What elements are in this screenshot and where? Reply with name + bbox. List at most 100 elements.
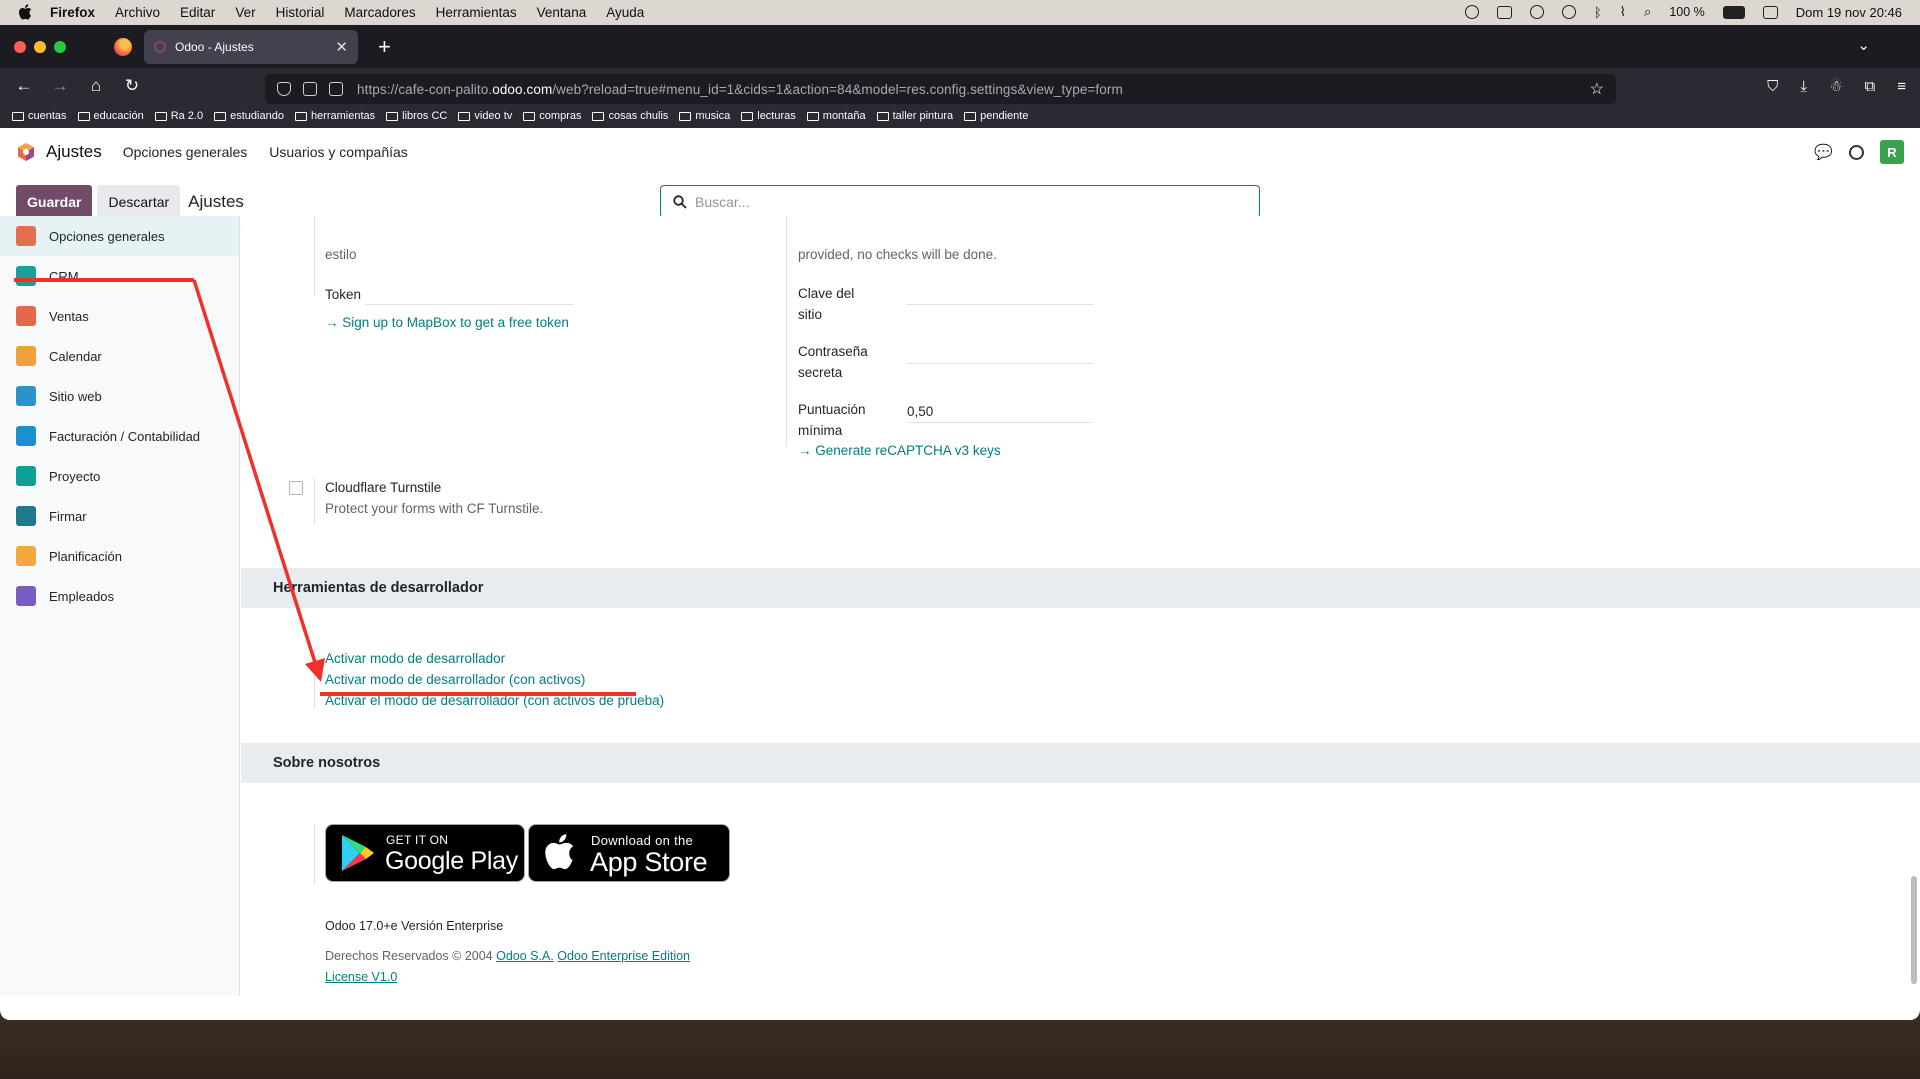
- mapbox-signup-link[interactable]: → Sign up to MapBox to get a free token: [325, 315, 569, 330]
- apple-logo-icon: [545, 834, 574, 870]
- app-menu-icon[interactable]: ≡: [1897, 78, 1906, 95]
- bookmark-folder-5[interactable]: libros CC: [386, 110, 447, 122]
- menubar-item-ver[interactable]: Ver: [235, 5, 255, 20]
- bookmark-star-icon[interactable]: ☆: [1590, 79, 1604, 99]
- menubar-clock[interactable]: Dom 19 nov 20:46: [1796, 5, 1902, 20]
- activate-dev-mode-test-assets-link[interactable]: Activar el modo de desarrollador (con ac…: [325, 693, 664, 708]
- bookmark-folder-3[interactable]: estudiando: [214, 110, 284, 122]
- bookmark-folder-9[interactable]: musica: [679, 110, 730, 122]
- menubar-item-ventana[interactable]: Ventana: [537, 5, 587, 20]
- display-icon[interactable]: [1496, 5, 1512, 19]
- bookmark-folder-2[interactable]: Ra 2.0: [154, 110, 203, 122]
- new-tab-icon[interactable]: +: [378, 34, 391, 60]
- enterprise-license-link[interactable]: Odoo Enterprise Edition: [557, 949, 690, 963]
- sidebar-item-2[interactable]: Ventas: [0, 296, 239, 336]
- pocket-icon[interactable]: ⛉: [1767, 78, 1778, 95]
- close-window-icon[interactable]: [14, 40, 26, 53]
- token-input[interactable]: [365, 304, 573, 305]
- forward-icon[interactable]: →: [42, 76, 78, 96]
- scrollbar[interactable]: [1911, 876, 1917, 984]
- activate-dev-mode-link[interactable]: Activar modo de desarrollador: [325, 651, 505, 666]
- menubar-app-name[interactable]: Firefox: [50, 5, 95, 20]
- menu-opciones-generales[interactable]: Opciones generales: [123, 144, 248, 160]
- sidebar-item-3[interactable]: Calendar: [0, 336, 239, 376]
- odoo-version: Odoo 17.0+e Versión Enterprise: [325, 919, 504, 933]
- avatar[interactable]: R: [1880, 140, 1904, 164]
- list-tabs-chevron-icon[interactable]: ⌄: [1857, 36, 1870, 54]
- time-machine-icon[interactable]: [1529, 5, 1544, 19]
- close-tab-icon[interactable]: ✕: [335, 38, 348, 56]
- bookmark-folder-11[interactable]: montaña: [806, 110, 866, 122]
- tracking-shield-icon[interactable]: [277, 82, 291, 96]
- bookmark-folder-6[interactable]: video tv: [458, 110, 512, 122]
- search-icon: [673, 194, 687, 209]
- sidebar-item-4[interactable]: Sitio web: [0, 376, 239, 416]
- spotlight-icon[interactable]: ⌕: [1644, 4, 1651, 20]
- control-center-icon[interactable]: [1762, 5, 1778, 19]
- bookmark-folder-4[interactable]: herramientas: [294, 110, 375, 122]
- bookmark-folder-0[interactable]: cuentas: [12, 110, 67, 122]
- bookmark-folder-7[interactable]: compras: [523, 110, 581, 122]
- menubar-item-ayuda[interactable]: Ayuda: [606, 5, 644, 20]
- min-score-input[interactable]: [907, 422, 1093, 423]
- sidebar-item-1[interactable]: CRM: [0, 256, 239, 296]
- app-icon: [16, 306, 36, 326]
- screen-record-icon[interactable]: [1464, 5, 1479, 19]
- discard-button[interactable]: Descartar: [97, 185, 181, 219]
- sidebar-item-5[interactable]: Facturación / Contabilidad: [0, 416, 239, 456]
- activity-clock-icon[interactable]: [1849, 144, 1864, 160]
- battery-icon[interactable]: [1722, 5, 1745, 19]
- minimize-window-icon[interactable]: [34, 40, 46, 53]
- menubar-item-historial[interactable]: Historial: [276, 5, 325, 20]
- lock-icon[interactable]: [303, 82, 317, 96]
- recaptcha-keys-link[interactable]: → Generate reCAPTCHA v3 keys: [798, 443, 1001, 458]
- turnstile-checkbox[interactable]: [289, 481, 303, 495]
- wifi-off-icon[interactable]: ⌇: [1620, 4, 1626, 20]
- permissions-icon[interactable]: [329, 82, 343, 96]
- downloads-icon[interactable]: ⤓: [1800, 78, 1807, 95]
- bookmark-folder-13[interactable]: pendiente: [964, 110, 1028, 122]
- back-icon[interactable]: ←: [6, 76, 42, 96]
- bookmark-folder-8[interactable]: cosas chulis: [592, 110, 668, 122]
- min-score-value[interactable]: 0,50: [907, 404, 933, 419]
- menubar-item-archivo[interactable]: Archivo: [115, 5, 160, 20]
- sidebar-item-6[interactable]: Proyecto: [0, 456, 239, 496]
- apple-icon[interactable]: [18, 3, 36, 21]
- sidebar-item-9[interactable]: Empleados: [0, 576, 239, 616]
- chat-icon[interactable]: 💬: [1814, 143, 1833, 161]
- sidebar-item-0[interactable]: Opciones generales: [0, 216, 239, 256]
- headphones-icon[interactable]: [1561, 5, 1576, 19]
- sidebar-item-7[interactable]: Firmar: [0, 496, 239, 536]
- odoo-favicon-icon: [154, 40, 166, 53]
- extension-icon[interactable]: ☃: [1829, 77, 1842, 95]
- browser-tab-active[interactable]: Odoo - Ajustes ✕: [144, 29, 358, 64]
- firefox-view-icon[interactable]: [114, 37, 132, 56]
- extensions-puzzle-icon[interactable]: ⧉: [1865, 78, 1876, 95]
- secret-key-input[interactable]: [907, 363, 1093, 364]
- bookmark-folder-10[interactable]: lecturas: [741, 110, 796, 122]
- menubar-item-marcadores[interactable]: Marcadores: [344, 5, 415, 20]
- app-title[interactable]: Ajustes: [46, 142, 102, 162]
- bookmark-folder-12[interactable]: taller pintura: [876, 110, 953, 122]
- sidebar-item-8[interactable]: Planificación: [0, 536, 239, 576]
- bluetooth-icon[interactable]: ᛒ: [1594, 5, 1602, 20]
- url-bar[interactable]: https://cafe-con-palito.odoo.com/web?rel…: [265, 74, 1616, 104]
- bookmark-folder-1[interactable]: educación: [77, 110, 144, 122]
- home-icon[interactable]: ⌂: [78, 76, 114, 96]
- activate-dev-mode-assets-link[interactable]: Activar modo de desarrollador (con activ…: [325, 672, 585, 687]
- site-key-input[interactable]: [907, 304, 1093, 305]
- odoo-sa-link[interactable]: Odoo S.A.: [496, 949, 554, 963]
- license-v1-link[interactable]: License V1.0: [325, 970, 397, 984]
- app-store-badge[interactable]: Download on the App Store: [528, 824, 730, 882]
- reload-icon[interactable]: ↻: [114, 76, 150, 96]
- save-button[interactable]: Guardar: [16, 185, 93, 219]
- menubar-item-herramientas[interactable]: Herramientas: [436, 5, 517, 20]
- menu-usuarios-companias[interactable]: Usuarios y compañías: [269, 144, 408, 160]
- zoom-window-icon[interactable]: [54, 40, 66, 53]
- settings-app-icon[interactable]: [16, 142, 36, 162]
- google-play-badge[interactable]: GET IT ON Google Play: [325, 824, 525, 882]
- menubar-item-editar[interactable]: Editar: [180, 5, 215, 20]
- search-input[interactable]: Buscar...: [660, 185, 1260, 218]
- min-score-label-1: Puntuación: [798, 402, 866, 417]
- bookmarks-toolbar: cuentas educación Ra 2.0 estudiando herramie…: [0, 104, 1920, 128]
